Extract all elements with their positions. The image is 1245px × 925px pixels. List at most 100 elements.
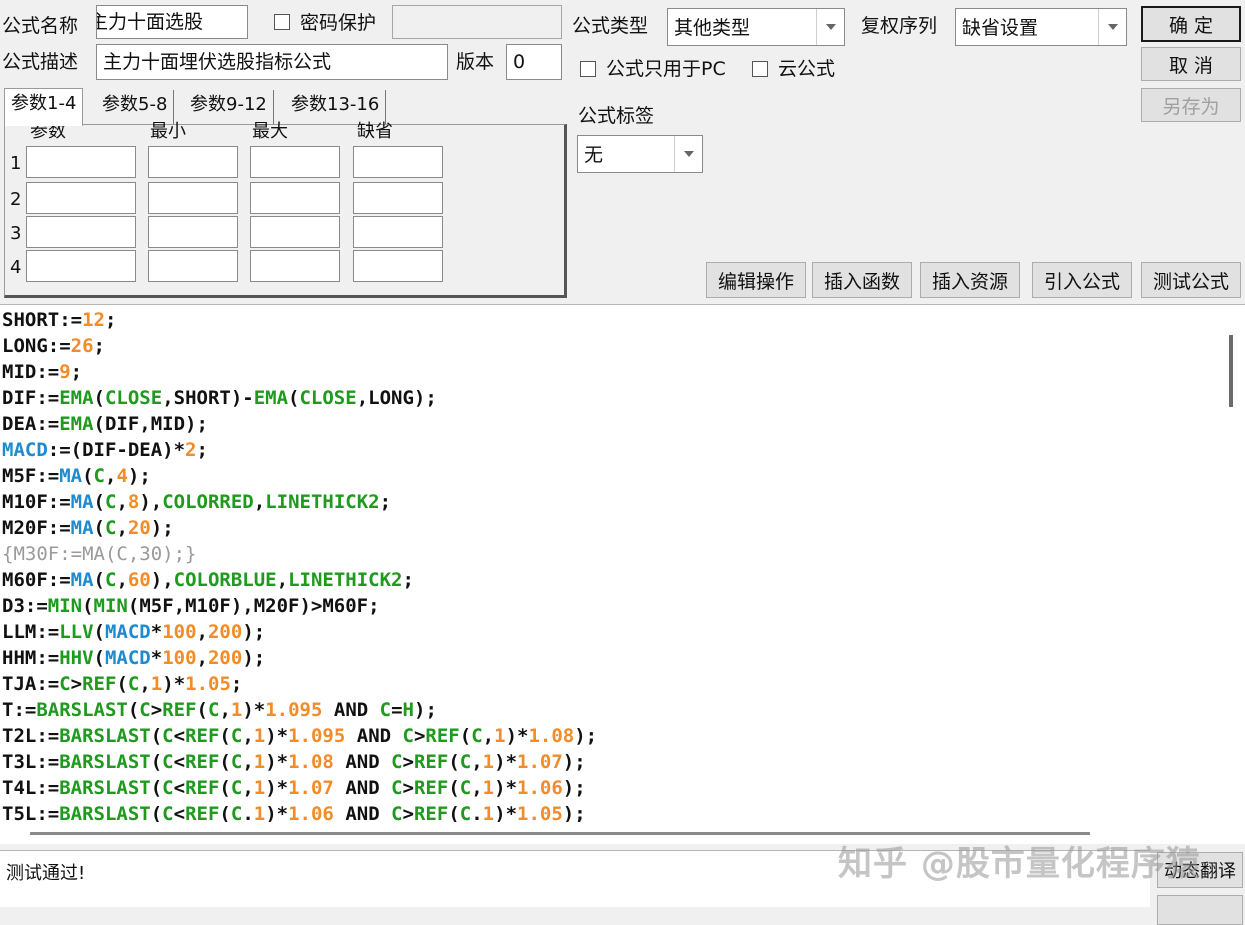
formula-desc-input[interactable]: 主力十面埋伏选股指标公式 bbox=[96, 44, 448, 80]
code-token: REF bbox=[185, 751, 220, 773]
code-token: BARSLAST bbox=[36, 699, 128, 721]
param-min-cell[interactable] bbox=[148, 216, 238, 248]
code-token: 2 bbox=[185, 439, 197, 461]
code-token: )* bbox=[494, 751, 518, 773]
code-token: C bbox=[230, 751, 243, 773]
code-token: )* bbox=[242, 699, 266, 721]
insert-resource-button[interactable]: 插入资源 bbox=[920, 262, 1020, 298]
cancel-button[interactable]: 取 消 bbox=[1141, 47, 1241, 81]
code-token: ); bbox=[574, 725, 598, 747]
pc-only-checkbox[interactable] bbox=[580, 61, 596, 77]
param-min-cell[interactable] bbox=[148, 182, 238, 214]
column-header-default: 缺省 bbox=[357, 121, 393, 142]
param-max-cell[interactable] bbox=[250, 216, 340, 248]
code-token: ), bbox=[139, 491, 163, 513]
import-formula-button[interactable]: 引入公式 bbox=[1032, 262, 1132, 298]
rights-select[interactable]: 缺省设置 bbox=[955, 8, 1127, 46]
param-max-cell[interactable] bbox=[250, 250, 340, 282]
cloud-checkbox[interactable] bbox=[752, 61, 768, 77]
param-row-number: 2 bbox=[10, 189, 22, 210]
version-input[interactable]: 0 bbox=[506, 44, 562, 80]
param-name-cell[interactable] bbox=[26, 250, 136, 282]
tab-params-5-8[interactable]: 参数5-8 bbox=[96, 90, 175, 124]
code-text-area[interactable]: SHORT:=12; LONG:=26; MID:=9; DIF:=EMA(CLOSE… bbox=[2, 307, 1217, 822]
formula-name-label: 公式名称 bbox=[2, 15, 79, 37]
code-token: > bbox=[402, 803, 414, 822]
code-token: C bbox=[379, 699, 392, 721]
code-token: DEA:= bbox=[2, 413, 60, 435]
param-name-cell[interactable] bbox=[26, 146, 136, 178]
scroll-thumb[interactable] bbox=[1229, 335, 1233, 407]
ok-button[interactable]: 确 定 bbox=[1141, 6, 1241, 42]
param-min-cell[interactable] bbox=[148, 250, 238, 282]
code-line: DEA:=EMA(DIF,MID); bbox=[2, 411, 1217, 437]
password-checkbox[interactable] bbox=[274, 14, 290, 30]
code-token: , bbox=[116, 569, 128, 591]
formula-type-select[interactable]: 其他类型 bbox=[667, 8, 845, 46]
code-token: 1.08 bbox=[288, 751, 334, 773]
code-token: ( bbox=[448, 751, 460, 773]
code-token: , bbox=[196, 621, 208, 643]
chevron-down-icon bbox=[1098, 9, 1126, 45]
code-token: LLV bbox=[59, 621, 94, 643]
code-token: ,SHORT)- bbox=[162, 387, 254, 409]
code-token: 1 bbox=[482, 751, 495, 773]
insert-function-button[interactable]: 插入函数 bbox=[812, 262, 912, 298]
code-token: ( bbox=[93, 569, 105, 591]
code-token: EMA bbox=[253, 387, 289, 409]
param-row-number: 3 bbox=[10, 223, 22, 244]
code-token: C bbox=[139, 699, 151, 721]
code-token: REF bbox=[162, 699, 197, 721]
code-editor[interactable]: SHORT:=12; LONG:=26; MID:=9; DIF:=EMA(CLOSE… bbox=[0, 304, 1245, 844]
code-token: , bbox=[482, 725, 495, 747]
param-max-cell[interactable] bbox=[250, 182, 340, 214]
code-token: )* bbox=[265, 751, 289, 773]
code-token: , bbox=[139, 673, 151, 695]
formula-name-input[interactable]: 主力十面选股 bbox=[96, 5, 248, 39]
chevron-down-icon bbox=[816, 9, 844, 45]
secondary-button[interactable] bbox=[1157, 895, 1243, 925]
code-token: AND bbox=[333, 803, 392, 822]
code-token: < bbox=[173, 803, 186, 822]
param-name-cell[interactable] bbox=[26, 182, 136, 214]
rights-value: 缺省设置 bbox=[962, 17, 1039, 39]
code-token: C bbox=[162, 725, 174, 747]
code-token: )* bbox=[505, 725, 529, 747]
tab-params-9-12[interactable]: 参数9-12 bbox=[184, 90, 274, 124]
code-token: COLORRED bbox=[162, 491, 254, 513]
code-token: 26 bbox=[70, 335, 94, 357]
code-token: ); bbox=[127, 465, 151, 487]
param-max-cell[interactable] bbox=[250, 146, 340, 178]
code-token: C bbox=[104, 517, 117, 539]
code-token: ,LONG); bbox=[356, 387, 437, 409]
code-line: DIF:=EMA(CLOSE,SHORT)-EMA(CLOSE,LONG); bbox=[2, 385, 1217, 411]
param-name-cell[interactable] bbox=[26, 216, 136, 248]
code-token: = bbox=[391, 699, 403, 721]
formula-tag-value: 无 bbox=[584, 144, 604, 166]
tab-params-1-4[interactable]: 参数1-4 bbox=[4, 88, 84, 126]
code-token: EMA bbox=[59, 387, 94, 409]
param-min-cell[interactable] bbox=[148, 146, 238, 178]
code-token: * bbox=[150, 647, 163, 669]
code-line: M20F:=MA(C,20); bbox=[2, 515, 1217, 541]
code-token: , bbox=[253, 491, 266, 513]
param-default-cell[interactable] bbox=[353, 182, 443, 214]
code-token: , bbox=[276, 569, 289, 591]
code-token: AND bbox=[322, 699, 380, 721]
code-token: C bbox=[230, 725, 243, 747]
code-token: ; bbox=[230, 673, 243, 695]
param-default-cell[interactable] bbox=[353, 146, 443, 178]
scroll-thumb[interactable] bbox=[30, 832, 1090, 835]
test-formula-button[interactable]: 测试公式 bbox=[1141, 262, 1241, 298]
vertical-scrollbar[interactable] bbox=[1219, 305, 1245, 823]
code-line: T4L:=BARSLAST(C<REF(C,1)*1.07 AND C>REF(… bbox=[2, 775, 1217, 801]
code-token: 100 bbox=[162, 647, 197, 669]
code-token: T4L:= bbox=[2, 777, 60, 799]
param-default-cell[interactable] bbox=[353, 250, 443, 282]
param-default-cell[interactable] bbox=[353, 216, 443, 248]
formula-tag-select[interactable]: 无 bbox=[577, 135, 703, 173]
code-token: ); bbox=[242, 621, 266, 643]
tab-params-13-16[interactable]: 参数13-16 bbox=[285, 90, 387, 124]
save-as-button[interactable]: 另存为 bbox=[1141, 88, 1241, 122]
edit-ops-button[interactable]: 编辑操作 bbox=[706, 262, 806, 298]
